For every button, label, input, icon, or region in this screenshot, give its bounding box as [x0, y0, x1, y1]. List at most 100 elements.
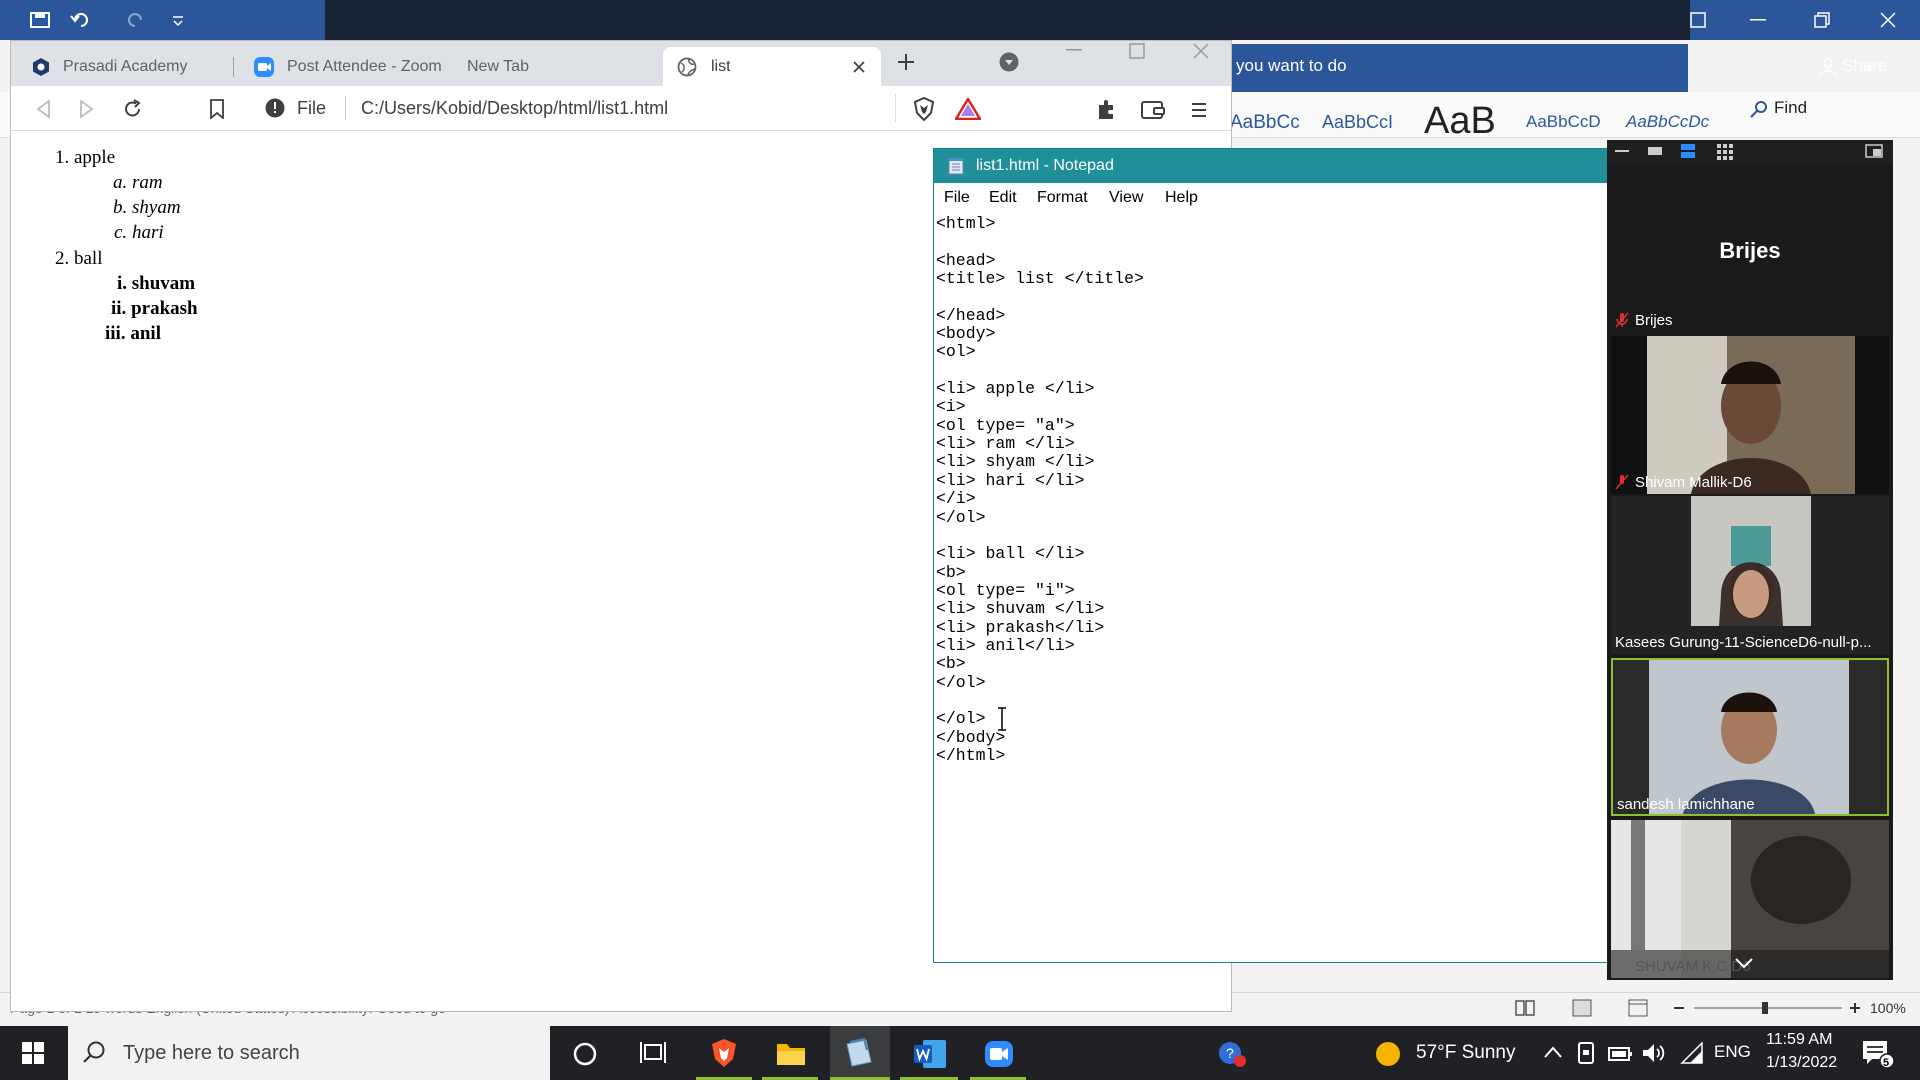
word-icon[interactable] — [913, 1039, 947, 1069]
save-icon[interactable] — [30, 12, 50, 28]
style-no-spacing[interactable]: AaBbCcI — [1322, 112, 1393, 133]
style-heading[interactable]: AaB — [1424, 100, 1496, 143]
notepad-menubar: File Edit Format View Help — [934, 183, 1612, 213]
menu-help[interactable]: Help — [1165, 189, 1198, 207]
task-view-icon[interactable] — [640, 1041, 666, 1065]
brave-browser-icon[interactable] — [710, 1038, 738, 1068]
back-icon[interactable] — [35, 100, 51, 118]
chevron-down-icon[interactable] — [1735, 958, 1753, 968]
weather-text[interactable]: 57°F Sunny — [1416, 1042, 1516, 1064]
tab-new-tab[interactable]: New Tab — [453, 47, 663, 86]
menu-view[interactable]: View — [1109, 189, 1143, 207]
notepad-line: <li> anil</li> — [936, 635, 1075, 655]
web-layout-icon[interactable] — [1628, 999, 1648, 1017]
browser-maximize-icon[interactable] — [1129, 43, 1145, 59]
battery-icon[interactable] — [1608, 1044, 1634, 1062]
language-indicator[interactable]: ENG — [1714, 1042, 1751, 1062]
forward-icon[interactable] — [79, 100, 95, 118]
participant-video-image — [1611, 820, 1889, 978]
info-icon[interactable] — [265, 98, 285, 118]
url-scheme: File — [297, 98, 327, 118]
notepad-window: list1.html - Notepad File Edit Format Vi… — [933, 148, 1613, 963]
volume-icon[interactable] — [1642, 1042, 1666, 1064]
word-minimize-icon[interactable] — [1750, 19, 1766, 23]
new-tab-icon[interactable] — [897, 53, 915, 71]
list-marker: i. — [117, 273, 128, 294]
cortana-icon[interactable] — [573, 1042, 597, 1066]
menu-edit[interactable]: Edit — [989, 189, 1017, 207]
zoom-slider[interactable] — [1672, 1000, 1862, 1016]
sublist-item-label: prakash — [131, 298, 198, 319]
browser-close-icon[interactable] — [1193, 43, 1209, 59]
style-normal[interactable]: AaBbCc — [1230, 112, 1300, 134]
tab-prasadi-academy[interactable]: Prasadi Academy — [17, 47, 232, 86]
participant-video-active-speaker[interactable]: sandesh lamichhane — [1611, 658, 1889, 816]
tab-search-icon[interactable] — [999, 52, 1019, 72]
share-button[interactable]: Share — [1842, 56, 1887, 76]
zoom-exit-minimize-icon[interactable] — [1865, 144, 1883, 158]
tab-label: New Tab — [467, 57, 529, 75]
close-tab-icon[interactable] — [853, 61, 865, 73]
tab-divider — [233, 57, 234, 77]
menu-icon[interactable] — [1191, 102, 1207, 118]
notification-count: 5 — [1883, 1057, 1890, 1069]
redo-icon[interactable] — [128, 12, 146, 28]
find-button[interactable]: Find — [1774, 98, 1807, 118]
notepad-line: <li> prakash</li> — [936, 617, 1105, 637]
notepad-text-area[interactable]: <html> <head> <title> list </title> </head>… — [936, 214, 1536, 765]
help-badge-icon[interactable]: ? — [1218, 1040, 1246, 1068]
read-mode-icon[interactable] — [1515, 999, 1535, 1017]
windows-start-icon[interactable] — [22, 1042, 44, 1064]
extensions-icon[interactable] — [1095, 99, 1117, 121]
share-icon — [1819, 58, 1837, 77]
participant-name: sandesh lamichhane — [1617, 796, 1755, 813]
list-item-label: apple — [74, 147, 116, 168]
find-icon — [1750, 101, 1767, 118]
customize-qat-icon[interactable] — [172, 16, 184, 26]
zoom-speaker-view-icon[interactable] — [1681, 144, 1695, 158]
participant-video[interactable]: Shivam Mallik-D6 — [1611, 336, 1889, 494]
bookmark-icon[interactable] — [209, 99, 225, 119]
address-bar[interactable]: File C:/Users/Kobid/Desktop/html/list1.h… — [251, 90, 901, 127]
undo-icon[interactable] — [70, 12, 92, 28]
zoom-app-icon[interactable] — [984, 1040, 1014, 1068]
brave-rewards-icon[interactable] — [955, 98, 981, 120]
zoom-hide-video-icon[interactable] — [1647, 146, 1663, 158]
brave-shields-icon[interactable] — [913, 97, 935, 121]
clock-date[interactable]: 1/13/2022 — [1766, 1054, 1837, 1072]
show-hidden-icons-icon[interactable] — [1544, 1046, 1562, 1058]
notepad-line: </ol> — [936, 507, 986, 527]
style-emphasis[interactable]: AaBbCcDc — [1626, 112, 1709, 132]
tab-list[interactable]: list — [663, 47, 881, 86]
print-layout-icon[interactable] — [1572, 999, 1592, 1017]
wifi-icon[interactable] — [1680, 1042, 1704, 1064]
notepad-line: <title> list </title> — [936, 269, 1144, 289]
menu-format[interactable]: Format — [1037, 189, 1088, 207]
zoom-gallery-icon[interactable] — [1717, 144, 1733, 160]
notification-center-icon[interactable] — [1862, 1040, 1894, 1068]
sublist-item: ii. prakash — [111, 298, 198, 320]
clock-time[interactable]: 11:59 AM — [1766, 1031, 1832, 1049]
url-text[interactable]: C:/Users/Kobid/Desktop/html/list1.html — [361, 98, 668, 119]
zoom-minimize-icon[interactable] — [1615, 150, 1629, 154]
list-marker: b. — [113, 197, 128, 218]
participant-video[interactable]: Kasees Gurung-11-ScienceD6-null-p... — [1611, 496, 1889, 654]
participant-video[interactable]: SHUVAM K.C D6 — [1611, 820, 1889, 978]
ribbon-display-icon[interactable] — [1690, 12, 1706, 28]
tell-me-text[interactable]: you want to do — [1236, 56, 1347, 76]
style-subtitle[interactable]: AaBbCcD — [1526, 112, 1601, 132]
taskbar-search-box[interactable]: Type here to search — [68, 1026, 550, 1080]
notepad-titlebar[interactable]: list1.html - Notepad — [934, 149, 1612, 183]
tab-post-attendee-zoom[interactable]: Post Attendee - Zoom — [239, 47, 459, 86]
weather-sun-icon — [1376, 1042, 1400, 1066]
word-restore-icon[interactable] — [1814, 12, 1830, 28]
file-explorer-icon[interactable] — [776, 1040, 806, 1066]
sublist-item: c. hari — [114, 222, 164, 244]
menu-file[interactable]: File — [944, 189, 970, 207]
word-zoom-level[interactable]: 100% — [1870, 1000, 1906, 1016]
word-close-icon[interactable] — [1880, 12, 1896, 28]
browser-minimize-icon[interactable] — [1066, 49, 1082, 53]
reload-icon[interactable] — [123, 99, 143, 119]
wallet-icon[interactable] — [1141, 100, 1165, 120]
meet-now-icon[interactable] — [1576, 1042, 1596, 1064]
